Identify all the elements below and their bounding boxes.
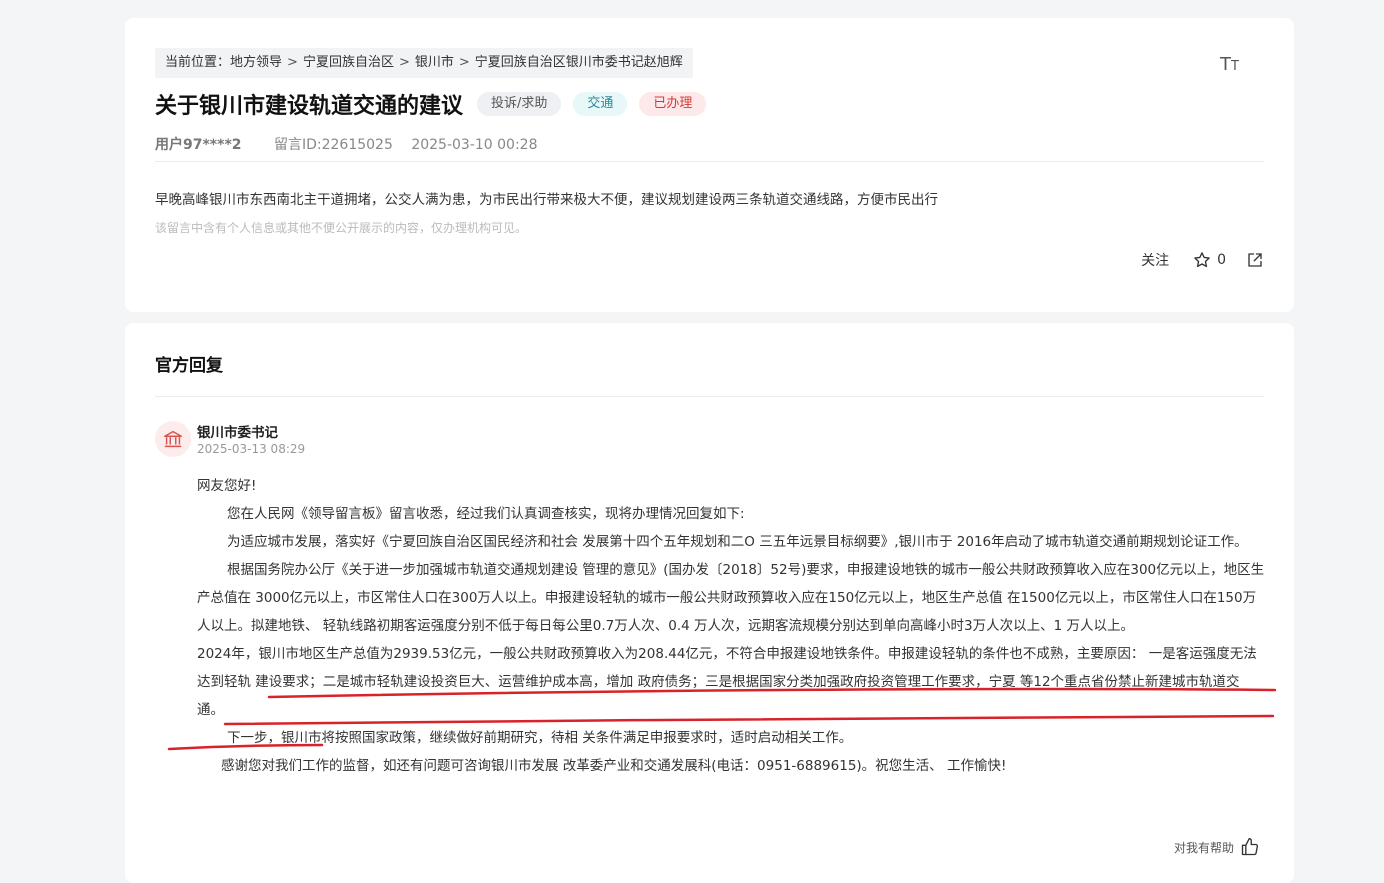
reply-paragraph: 下一步，银川市将按照国家政策，继续做好前期研究，待相 关条件满足申报要求时，适时… [227, 730, 853, 746]
reply-greeting: 网友您好! [197, 478, 257, 494]
privacy-note: 该留言中含有个人信息或其他不便公开展示的内容，仅办理机构可见。 [155, 221, 528, 235]
divider [155, 161, 1264, 162]
breadcrumb: 当前位置：地方领导 > 宁夏回族自治区 > 银川市 > 宁夏回族自治区银川市委书记赵旭辉 [155, 48, 693, 78]
reply-paragraph: 为适应城市发展，落实好《宁夏回族自治区国民经济和社会 发展第十四个五年规划和二O… [227, 534, 1248, 550]
user-name: 用户97****2 [155, 137, 242, 153]
question-meta: 用户97****2 留言ID:22615025 2025-03-10 00:28 [155, 134, 537, 154]
font-size-icon-small: T [1231, 59, 1239, 74]
reply-heading: 官方回复 [155, 356, 223, 376]
reply-time: 2025-03-13 08:29 [197, 442, 306, 456]
star-count: 0 [1217, 252, 1226, 268]
breadcrumb-item-ningxia[interactable]: 宁夏回族自治区 [303, 55, 394, 70]
reply-paragraph: 感谢您对我们工作的监督，如还有问题可咨询银川市发展 改革委产业和交通发展科(电话… [221, 758, 1007, 774]
helpful-button[interactable]: 对我有帮助 [1174, 837, 1260, 857]
question-card: 当前位置：地方领导 > 宁夏回族自治区 > 银川市 > 宁夏回族自治区银川市委书记赵旭辉 T… [125, 18, 1294, 312]
replier-name: 银川市委书记 [197, 425, 278, 441]
breadcrumb-item-local-leaders[interactable]: 地方领导 [230, 55, 282, 70]
title-row: 关于银川市建设轨道交通的建议 投诉/求助 交通 已办理 [155, 88, 718, 120]
breadcrumb-prefix: 当前位置： [165, 55, 231, 70]
message-id: 留言ID:22615025 [273, 137, 393, 153]
reply-card: 官方回复 银川市委书记 2025-03-13 08:29 网友您好! 您在人民网… [125, 323, 1294, 883]
share-icon [1248, 253, 1262, 267]
question-actions: 关注 0 [1141, 250, 1264, 270]
font-size-icon[interactable]: TT [1220, 54, 1239, 75]
tag-domain: 交通 [573, 92, 628, 116]
reply-paragraph: 2024年，银川市地区生产总值为2939.53亿元，一般公共财政预算收入为208… [197, 646, 1257, 718]
breadcrumb-separator: > [287, 55, 298, 70]
font-size-icon-big: T [1220, 54, 1232, 75]
question-content: 早晚高峰银川市东西南北主干道拥堵，公交人满为患，为市民出行带来极大不便，建议规划… [155, 192, 938, 208]
avatar [155, 421, 191, 457]
reply-body: 网友您好! 您在人民网《领导留言板》留言收悉，经过我们认真调查核实，现将办理情况… [197, 472, 1265, 780]
government-building-icon [164, 430, 182, 448]
question-time: 2025-03-10 00:28 [411, 137, 538, 153]
star-icon [1194, 252, 1210, 268]
thumbs-up-icon [1241, 838, 1259, 856]
tag-category: 投诉/求助 [477, 92, 562, 116]
follow-button[interactable]: 关注 [1141, 250, 1169, 270]
breadcrumb-separator: > [458, 55, 470, 70]
breadcrumb-item-yinchuan[interactable]: 银川市 [415, 55, 454, 70]
status-badge: 已办理 [639, 92, 707, 116]
star-button[interactable]: 0 [1193, 251, 1226, 269]
breadcrumb-item-party-secretary[interactable]: 宁夏回族自治区银川市委书记赵旭辉 [475, 55, 683, 70]
reply-paragraph: 您在人民网《领导留言板》留言收悉，经过我们认真调查核实，现将办理情况回复如下: [227, 506, 745, 522]
page-title: 关于银川市建设轨道交通的建议 [155, 94, 464, 119]
breadcrumb-separator: > [398, 55, 410, 70]
reply-paragraph: 根据国务院办公厅《关于进一步加强城市轨道交通规划建设 管理的意见》(国办发〔20… [197, 562, 1265, 634]
divider [155, 396, 1264, 397]
share-button[interactable] [1246, 251, 1264, 269]
